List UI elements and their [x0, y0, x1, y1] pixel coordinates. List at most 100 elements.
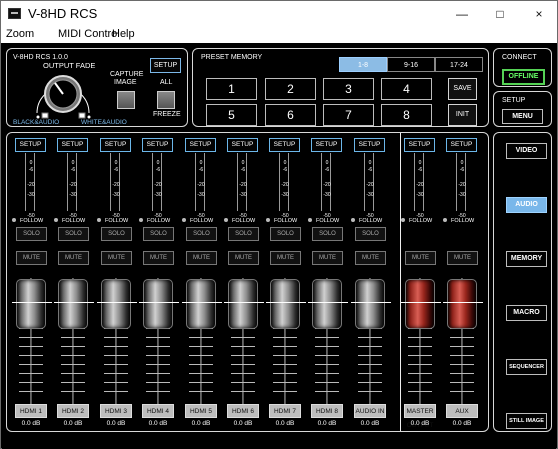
channel-setup-button[interactable]: SETUP	[446, 138, 477, 152]
close-button[interactable]: ×	[525, 3, 553, 25]
minimize-button[interactable]: —	[448, 3, 476, 25]
solo-button[interactable]: SOLO	[355, 227, 386, 241]
preset-button-6[interactable]: 6	[265, 104, 316, 126]
mute-button[interactable]: MUTE	[312, 251, 343, 265]
sequencer-nav-button[interactable]: SEQUENCER	[506, 359, 547, 375]
macro-nav-button[interactable]: MACRO	[506, 305, 547, 321]
follow-toggle[interactable]: FOLLOW	[12, 218, 43, 224]
channel-setup-button[interactable]: SETUP	[142, 138, 173, 152]
fader-scale-line	[104, 346, 128, 347]
channel-setup-button[interactable]: SETUP	[185, 138, 216, 152]
video-nav-button[interactable]: VIDEO	[506, 143, 547, 159]
mute-button[interactable]: MUTE	[186, 251, 217, 265]
preset-button-7[interactable]: 7	[323, 104, 374, 126]
audio-nav-button[interactable]: AUDIO	[506, 197, 547, 213]
follow-toggle[interactable]: FOLLOW	[182, 218, 213, 224]
channel-name: HDMI 1	[15, 404, 47, 418]
menu-zoom[interactable]: Zoom	[6, 28, 34, 40]
follow-label: FOLLOW	[105, 218, 129, 224]
preset-button-3[interactable]: 3	[323, 78, 374, 100]
output-fader-knob[interactable]	[401, 279, 441, 329]
preset-save-button[interactable]: SAVE	[448, 78, 477, 100]
channel-strip-hdmi-3: SETUP 0 -6 -20 -30 -50 FOLLOW SOLO MUTE HDMI…	[96, 133, 137, 435]
channel-setup-button[interactable]: SETUP	[227, 138, 258, 152]
follow-toggle[interactable]: FOLLOW	[266, 218, 297, 224]
channel-fader-knob[interactable]	[54, 279, 94, 329]
meter-scale-label: 0	[199, 160, 203, 166]
follow-toggle[interactable]: FOLLOW	[224, 218, 255, 224]
mute-button[interactable]: MUTE	[58, 251, 89, 265]
fader-scale-line	[104, 355, 128, 356]
offline-button[interactable]: OFFLINE	[502, 69, 545, 85]
preset-tab-1-8[interactable]: 1-8	[339, 57, 387, 72]
mute-button[interactable]: MUTE	[143, 251, 174, 265]
channel-setup-button[interactable]: SETUP	[100, 138, 131, 152]
solo-button[interactable]: SOLO	[16, 227, 47, 241]
preset-init-button[interactable]: INIT	[448, 104, 477, 126]
follow-toggle[interactable]: FOLLOW	[401, 218, 432, 224]
fader-scale-line	[189, 364, 213, 365]
solo-button[interactable]: SOLO	[228, 227, 259, 241]
preset-tab-17-24[interactable]: 17-24	[435, 57, 483, 72]
fader-scale-line	[231, 373, 255, 374]
preset-tab-9-16[interactable]: 9-16	[387, 57, 435, 72]
channel-setup-button[interactable]: SETUP	[15, 138, 46, 152]
follow-toggle[interactable]: FOLLOW	[351, 218, 382, 224]
all-freeze-button[interactable]	[157, 91, 175, 109]
connect-title: CONNECT	[502, 54, 537, 61]
follow-label: FOLLOW	[62, 218, 86, 224]
preset-button-8[interactable]: 8	[381, 104, 432, 126]
follow-toggle[interactable]: FOLLOW	[97, 218, 128, 224]
maximize-button[interactable]: □	[486, 3, 514, 25]
menu-help[interactable]: Help	[112, 28, 135, 40]
channel-fader-knob[interactable]	[308, 279, 348, 329]
mute-button[interactable]: MUTE	[405, 251, 436, 265]
solo-button[interactable]: SOLO	[101, 227, 132, 241]
meter-scale: 0 -6 -20 -30 -50	[363, 158, 377, 219]
channel-fader-knob[interactable]	[97, 279, 137, 329]
follow-toggle[interactable]: FOLLOW	[443, 218, 474, 224]
preset-button-2[interactable]: 2	[265, 78, 316, 100]
solo-button[interactable]: SOLO	[312, 227, 343, 241]
channel-fader-knob[interactable]	[182, 279, 222, 329]
solo-button[interactable]: SOLO	[143, 227, 174, 241]
channel-fader-knob[interactable]	[224, 279, 264, 329]
channel-setup-button[interactable]: SETUP	[354, 138, 385, 152]
preset-button-4[interactable]: 4	[381, 78, 432, 100]
fader-scale-line	[189, 373, 213, 374]
solo-button[interactable]: SOLO	[186, 227, 217, 241]
still-image-nav-button[interactable]: STILL IMAGE	[506, 413, 547, 429]
channel-setup-button[interactable]: SETUP	[311, 138, 342, 152]
channel-setup-button[interactable]: SETUP	[269, 138, 300, 152]
channel-setup-button[interactable]: SETUP	[404, 138, 435, 152]
mute-button[interactable]: MUTE	[228, 251, 259, 265]
solo-button[interactable]: SOLO	[58, 227, 89, 241]
mute-button[interactable]: MUTE	[101, 251, 132, 265]
follow-toggle[interactable]: FOLLOW	[139, 218, 170, 224]
menu-button[interactable]: MENU	[502, 109, 543, 124]
mute-button[interactable]: MUTE	[447, 251, 478, 265]
channel-fader-knob[interactable]	[12, 279, 52, 329]
follow-indicator-icon	[182, 218, 186, 222]
mute-button[interactable]: MUTE	[16, 251, 47, 265]
mute-button[interactable]: MUTE	[270, 251, 301, 265]
fader-scale-line	[146, 355, 170, 356]
preset-button-5[interactable]: 5	[206, 104, 257, 126]
channel-fader-knob[interactable]	[266, 279, 306, 329]
output-fader-knob[interactable]	[443, 279, 483, 329]
capture-image-button[interactable]	[117, 91, 135, 109]
preset-button-1[interactable]: 1	[206, 78, 257, 100]
channel-fader-knob[interactable]	[351, 279, 391, 329]
menu-midi-control[interactable]: MIDI Control	[58, 28, 120, 40]
meter-scale-label: -20	[197, 182, 205, 188]
solo-button[interactable]: SOLO	[270, 227, 301, 241]
follow-toggle[interactable]: FOLLOW	[308, 218, 339, 224]
mute-button[interactable]: MUTE	[355, 251, 386, 265]
follow-toggle[interactable]: FOLLOW	[54, 218, 85, 224]
channel-setup-button[interactable]: SETUP	[57, 138, 88, 152]
memory-nav-button[interactable]: MEMORY	[506, 251, 547, 267]
fader-scale-line	[408, 373, 432, 374]
output-setup-button[interactable]: SETUP	[150, 58, 181, 73]
meter-scale: 0 -6 -20 -30 -50	[151, 158, 165, 219]
channel-fader-knob[interactable]	[139, 279, 179, 329]
